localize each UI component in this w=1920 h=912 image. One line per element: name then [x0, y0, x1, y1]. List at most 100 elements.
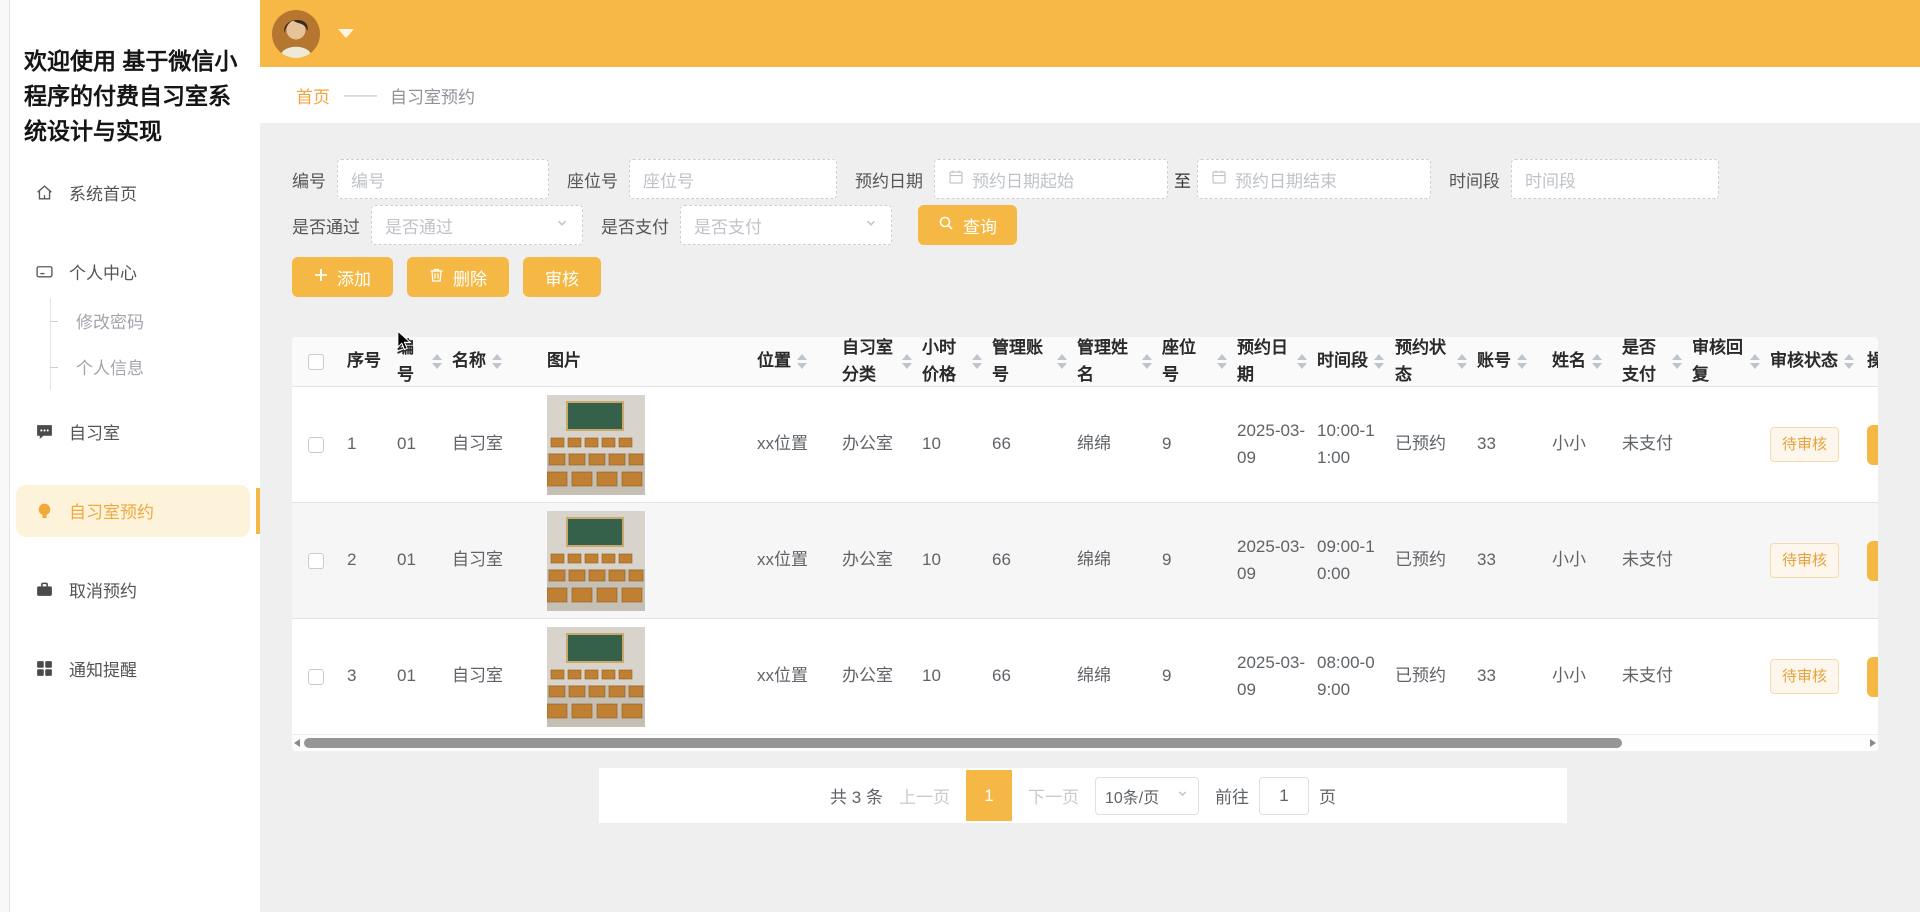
sidebar-item-notifications[interactable]: 通知提醒	[16, 643, 250, 695]
sidebar-item-label: 自习室预约	[69, 498, 154, 523]
sidebar-item-study-room-reservation[interactable]: 自习室预约	[16, 485, 250, 537]
sort-caret-icon[interactable]	[902, 354, 912, 369]
column-header-xingming[interactable]: 姓名	[1542, 337, 1612, 386]
date-end-input[interactable]: 预约日期结束	[1197, 159, 1431, 199]
prev-page-button[interactable]: 上一页	[899, 783, 950, 808]
cell-shifouzhifu: 未支付	[1612, 619, 1682, 734]
column-header-bianhao[interactable]: 编号	[387, 337, 442, 386]
column-header-label: 序号	[347, 348, 381, 374]
sort-caret-icon[interactable]	[1142, 354, 1152, 369]
scroll-left-arrow-icon[interactable]	[294, 739, 300, 747]
sidebar-item-cancel-reservation[interactable]: 取消预约	[16, 564, 250, 616]
column-header-label: 编号	[397, 337, 426, 386]
horizontal-scrollbar	[292, 734, 1878, 751]
number-input[interactable]: 编号	[337, 159, 549, 199]
classroom-thumbnail[interactable]	[547, 511, 645, 611]
delete-button[interactable]: 删除	[407, 257, 509, 297]
sidebar-item-label: 个人中心	[69, 259, 137, 284]
sort-caret-icon[interactable]	[1592, 354, 1602, 369]
review-button[interactable]: 审核	[523, 257, 601, 297]
cell-yuyuezhuangtai: 已预约	[1385, 619, 1467, 734]
row-action-button[interactable]	[1867, 425, 1878, 465]
column-header-xuhao: 序号	[337, 337, 387, 386]
column-header-weizhi[interactable]: 位置	[747, 337, 832, 386]
cell-weizhi: xx位置	[747, 387, 832, 502]
sidebar-item-personal-info[interactable]: 个人信息	[14, 344, 260, 390]
sidebar-item-personal-center[interactable]: 个人中心	[16, 246, 250, 298]
table-card: 序号编号名称图片位置自习室分类小时价格管理账号管理姓名座位号预约日期时间段预约状…	[292, 337, 1878, 751]
sort-caret-icon[interactable]	[492, 354, 502, 369]
sort-caret-icon[interactable]	[1297, 354, 1307, 369]
row-action-button[interactable]	[1867, 541, 1878, 581]
sort-caret-icon[interactable]	[972, 354, 982, 369]
sort-caret-icon[interactable]	[1057, 354, 1067, 369]
horizontal-scrollbar-thumb[interactable]	[304, 738, 1622, 748]
user-avatar[interactable]	[272, 10, 320, 58]
cell-weizhi: xx位置	[747, 503, 832, 618]
next-page-button[interactable]: 下一页	[1028, 783, 1079, 808]
user-dropdown-caret-icon[interactable]	[338, 29, 354, 38]
pagination-total: 共 3 条	[830, 783, 883, 808]
sidebar-item-change-password[interactable]: 修改密码	[14, 298, 260, 344]
column-header-yuyuezhuangtai[interactable]: 预约状态	[1385, 337, 1467, 386]
period-input-placeholder: 时间段	[1525, 167, 1705, 192]
select-all-checkbox[interactable]	[308, 354, 324, 370]
row-checkbox[interactable]	[308, 553, 324, 569]
sort-caret-icon[interactable]	[1217, 354, 1227, 369]
cell-guanlixingming: 绵绵	[1067, 387, 1152, 502]
paid-select[interactable]: 是否支付	[680, 205, 892, 245]
sort-caret-icon[interactable]	[1672, 354, 1682, 369]
search-button[interactable]: 查询	[918, 205, 1017, 245]
classroom-thumbnail[interactable]	[547, 627, 645, 727]
cell-xingming: 小小	[1542, 503, 1612, 618]
add-button[interactable]: 添加	[292, 257, 393, 297]
column-header-shijianduan[interactable]: 时间段	[1307, 337, 1385, 386]
column-header-guanlizhanghao[interactable]: 管理账号	[982, 337, 1067, 386]
sidebar-item-study-room[interactable]: 自习室	[16, 406, 250, 458]
pagination-bar: 共 3 条 上一页 1 下一页 10条/页 前往 1 页	[599, 768, 1567, 823]
sidebar-item-label: 个人信息	[76, 354, 144, 379]
row-checkbox[interactable]	[308, 437, 324, 453]
breadcrumb: 首页 —— 自习室预约	[260, 67, 1920, 123]
sort-caret-icon[interactable]	[432, 354, 442, 369]
sort-caret-icon[interactable]	[1750, 354, 1760, 369]
content: 编号 编号 座位号 座位号 预约日期 预约日期起始 至 预约日期结束	[260, 123, 1920, 912]
sidebar-item-label: 取消预约	[69, 577, 137, 602]
column-header-zhanghao[interactable]: 账号	[1467, 337, 1542, 386]
column-header-xiaoshijiage[interactable]: 小时价格	[912, 337, 982, 386]
classroom-thumbnail[interactable]	[547, 395, 645, 495]
date-start-input[interactable]: 预约日期起始	[934, 159, 1168, 199]
column-header-label: 操作	[1867, 348, 1878, 374]
breadcrumb-home[interactable]: 首页	[296, 83, 330, 108]
sort-caret-icon[interactable]	[1517, 354, 1527, 369]
paid-select-placeholder: 是否支付	[694, 213, 856, 238]
column-header-yuyueriqi[interactable]: 预约日期	[1227, 337, 1307, 386]
row-checkbox[interactable]	[308, 669, 324, 685]
cell-shijianduan: 10:00-11:00	[1307, 387, 1385, 502]
sort-caret-icon[interactable]	[1374, 354, 1384, 369]
cell-xingming: 小小	[1542, 387, 1612, 502]
column-header-zuoweihao[interactable]: 座位号	[1152, 337, 1227, 386]
page-number-button[interactable]: 1	[966, 770, 1012, 821]
search-icon	[938, 215, 954, 236]
column-header-shifouzhifu[interactable]: 是否支付	[1612, 337, 1682, 386]
column-header-mingcheng[interactable]: 名称	[442, 337, 537, 386]
sidebar-item-system-home[interactable]: 系统首页	[16, 167, 250, 219]
column-header-shenhezhuangtai[interactable]: 审核状态	[1760, 337, 1857, 386]
goto-page-input[interactable]: 1	[1259, 777, 1309, 815]
scroll-right-arrow-icon[interactable]	[1870, 739, 1876, 747]
page-size-select[interactable]: 10条/页	[1095, 777, 1199, 815]
column-header-label: 是否支付	[1622, 337, 1666, 386]
row-action-button[interactable]	[1867, 657, 1878, 697]
sort-caret-icon[interactable]	[1844, 354, 1854, 369]
column-header-label: 位置	[757, 348, 791, 374]
seat-input[interactable]: 座位号	[629, 159, 837, 199]
period-input[interactable]: 时间段	[1511, 159, 1719, 199]
column-header-shenhehuifu[interactable]: 审核回复	[1682, 337, 1760, 386]
column-header-guanlixingming[interactable]: 管理姓名	[1067, 337, 1152, 386]
sort-caret-icon[interactable]	[1457, 354, 1467, 369]
sort-caret-icon[interactable]	[797, 354, 807, 369]
approved-select[interactable]: 是否通过	[371, 205, 583, 245]
action-toolbar: 添加 删除 审核	[292, 257, 1920, 297]
column-header-zixishifenlei[interactable]: 自习室分类	[832, 337, 912, 386]
